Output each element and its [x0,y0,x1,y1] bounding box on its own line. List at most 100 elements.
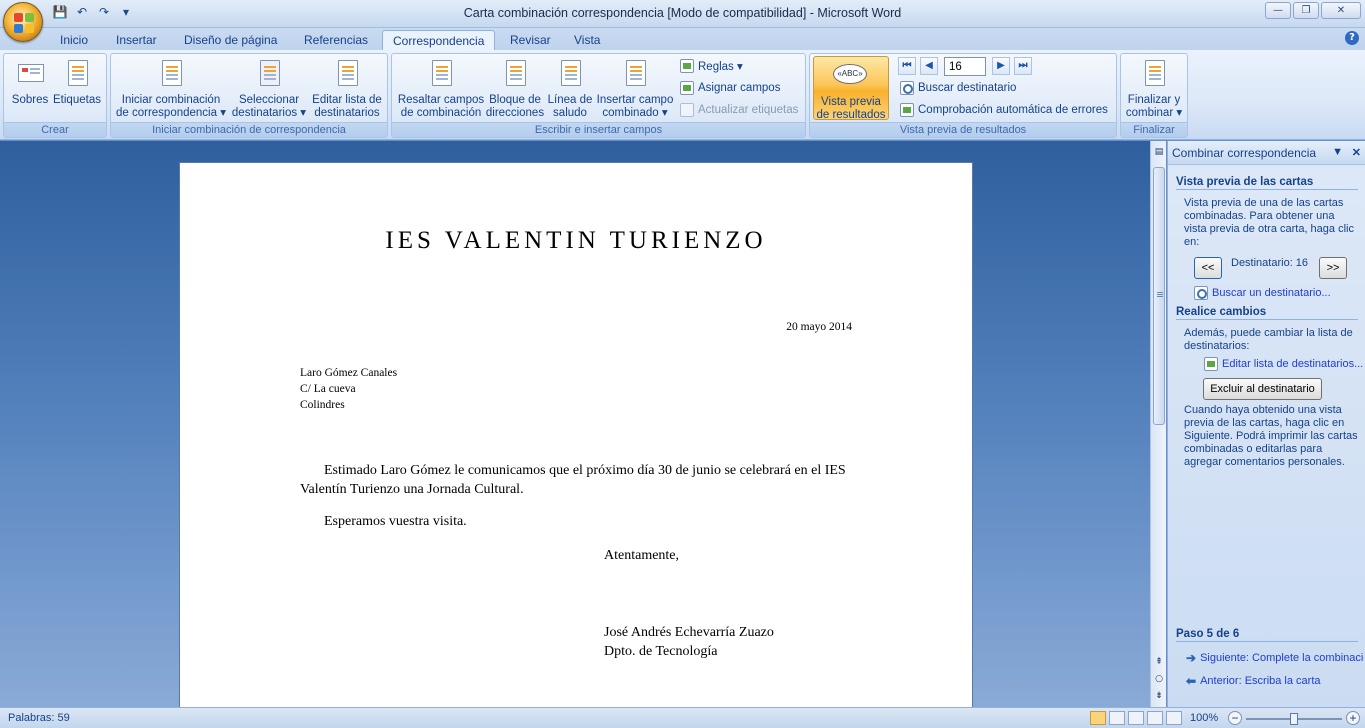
linea-label-1: Línea de [547,94,593,106]
next-recipient-button[interactable]: >> [1319,257,1347,279]
comprobacion-errores-button[interactable]: Comprobación automática de errores [900,101,1108,119]
labels-icon [68,60,88,86]
tab-vista[interactable]: Vista [564,30,610,50]
asignar-campos-button[interactable]: Asignar campos [680,79,780,97]
linea-saludo-button[interactable]: Línea de saludo [545,58,595,120]
zoom-slider[interactable] [1246,713,1342,725]
zoom-in-button[interactable]: + [1346,711,1360,725]
asignar-label: Asignar campos [698,82,781,94]
print-layout-view-icon[interactable] [1090,711,1106,725]
insertar-campo-button[interactable]: Insertar campo combinado ▾ [595,58,675,120]
close-button[interactable]: ✕ [1321,2,1361,19]
recipient-counter: Destinatario: 16 [1231,257,1309,269]
seleccionar-label-2: destinatarios ▾ [231,107,307,119]
previous-recipient-button[interactable]: << [1194,257,1222,279]
buscar-link-label: Buscar un destinatario... [1212,287,1331,299]
sobres-button[interactable]: Sobres [8,58,52,107]
full-screen-reading-view-icon[interactable] [1109,711,1125,725]
group-label-crear: Crear [4,122,106,137]
buscar-destinatario-button[interactable]: Buscar destinatario [900,79,1016,97]
highlight-fields-icon [432,60,452,86]
zoom-slider-thumb[interactable] [1290,713,1298,725]
group-crear: Sobres Etiquetas Crear [3,53,107,138]
anterior-link[interactable]: ⬅ Anterior: Escriba la carta [1186,674,1321,688]
iniciar-combinacion-button[interactable]: Iniciar combinación de correspondencia ▾ [113,58,229,120]
vista-previa-label-2: de resultados [816,109,886,121]
zoom-out-button[interactable]: − [1228,711,1242,725]
outline-view-icon[interactable] [1147,711,1163,725]
first-record-button[interactable]: ⏮ [898,57,916,75]
previous-page-icon[interactable]: ⇞ [1152,655,1166,669]
bloque-direcciones-button[interactable]: Bloque de direcciones [485,58,545,120]
arrow-right-icon: ➔ [1186,651,1197,665]
minimize-button[interactable]: — [1265,2,1291,19]
etiquetas-button[interactable]: Etiquetas [52,58,102,107]
editar-link-label: Editar lista de destinatarios... [1222,358,1364,370]
previous-record-button[interactable]: ◀ [920,57,938,75]
group-label-finalizar: Finalizar [1121,122,1187,137]
tab-revisar[interactable]: Revisar [500,30,561,50]
group-iniciar-combinacion: Iniciar combinación de correspondencia ▾… [110,53,388,138]
next-record-button[interactable]: ▶ [992,57,1010,75]
office-button[interactable] [3,2,43,42]
editar-lista-button[interactable]: Editar lista de destinatarios [309,58,385,120]
vertical-scrollbar[interactable]: ▤ ⇞ ○ ⇟ [1150,141,1166,707]
start-merge-icon [162,60,182,86]
task-pane-close-icon[interactable]: ✕ [1352,146,1361,159]
changes-text: Además, puede cambiar la lista de destin… [1184,327,1353,352]
edit-list-icon [1204,357,1218,371]
web-layout-view-icon[interactable] [1128,711,1144,725]
task-pane-menu-icon[interactable]: ▼ [1332,146,1343,158]
tab-correspondencia[interactable]: Correspondencia [382,30,496,50]
word-count[interactable]: Palabras: 59 [8,712,70,724]
insertar-label-1: Insertar campo [596,94,674,106]
buscar-destinatario-link[interactable]: Buscar un destinatario... [1194,286,1331,300]
reglas-button[interactable]: Reglas ▾ [680,57,743,75]
address-line: Colindres [300,399,345,411]
resaltar-campos-button[interactable]: Resaltar campos de combinación [395,58,487,120]
seleccionar-label-1: Seleccionar [238,94,300,106]
last-record-button[interactable]: ⏭ [1014,57,1032,75]
bloque-label-2: direcciones [485,107,545,119]
maximize-button[interactable]: ❐ [1293,2,1319,19]
tab-inicio[interactable]: Inicio [50,30,98,50]
letter-date: 20 mayo 2014 [786,321,852,333]
address-block-icon [506,60,526,86]
preview-intro-text: Vista previa de una de las cartas combin… [1184,197,1354,248]
draft-view-icon[interactable] [1166,711,1182,725]
actualizar-etiquetas-button[interactable]: Actualizar etiquetas [680,101,798,119]
vista-previa-button[interactable]: «ABC» Vista previa de resultados [813,56,889,121]
document-area: IES VALENTIN TURIENZO 20 mayo 2014 Laro … [0,141,1150,722]
editar-lista-link[interactable]: Editar lista de destinatarios... [1204,357,1363,371]
ruler-toggle-icon[interactable]: ▤ [1152,145,1166,159]
finalizar-combinar-button[interactable]: Finalizar y combinar ▾ [1123,58,1185,120]
ribbon: Sobres Etiquetas Crear Iniciar combinaci… [0,50,1365,140]
scrollbar-thumb[interactable] [1153,167,1165,425]
siguiente-link[interactable]: ➔ Siguiente: Complete la combinación [1186,651,1364,665]
tab-diseno-de-pagina[interactable]: Diseño de página [174,30,287,50]
finalizar-label-2: combinar ▾ [1125,107,1183,119]
help-icon[interactable]: ? [1345,31,1359,45]
record-number-input[interactable] [944,57,986,76]
zoom-level[interactable]: 100% [1190,712,1218,724]
browse-object-icon[interactable]: ○ [1152,672,1166,686]
step-indicator: Paso 5 de 6 [1176,628,1358,642]
check-errors-icon [900,103,914,117]
preview-results-icon: «ABC» [833,64,867,84]
seleccionar-destinatarios-button[interactable]: Seleccionar destinatarios ▾ [231,58,307,120]
tab-referencias[interactable]: Referencias [294,30,378,50]
tab-insertar[interactable]: Insertar [106,30,167,50]
greeting-line-icon [561,60,581,86]
next-page-icon[interactable]: ⇟ [1152,689,1166,703]
task-pane-title: Combinar correspondencia [1172,146,1317,160]
status-bar: Palabras: 59 100% − + [0,707,1365,728]
ribbon-tabs: Inicio Insertar Diseño de página Referen… [0,28,1365,50]
address-line: C/ La cueva [300,383,356,395]
after-preview-text: Cuando haya obtenido una vista previa de… [1184,404,1358,468]
document-page[interactable]: IES VALENTIN TURIENZO 20 mayo 2014 Laro … [179,162,973,722]
excluir-destinatario-button[interactable]: Excluir al destinatario [1203,378,1322,400]
group-label-escribir: Escribir e insertar campos [392,122,805,137]
task-pane-header: Combinar correspondencia ▼ ✕ [1168,141,1365,165]
editar-label-1: Editar lista de [312,94,382,106]
title-bar: 💾 ↶ ↷ ▾ Carta combinación correspondenci… [0,0,1365,42]
